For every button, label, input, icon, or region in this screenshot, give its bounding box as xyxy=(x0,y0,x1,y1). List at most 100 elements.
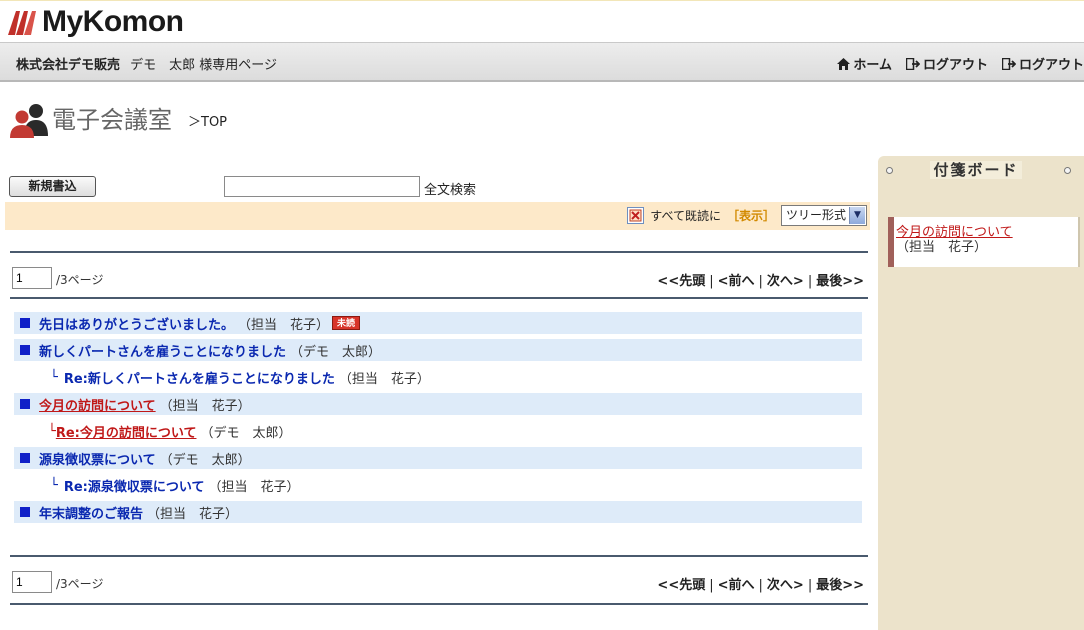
page-number-input[interactable] xyxy=(12,571,52,593)
divider xyxy=(10,297,868,299)
logout-icon xyxy=(1001,57,1016,70)
full-text-search-button[interactable]: 全文検索 xyxy=(424,179,476,198)
divider xyxy=(10,555,868,557)
home-icon xyxy=(837,57,851,70)
mykomon-logo-icon xyxy=(8,11,36,35)
bullet-square-icon xyxy=(20,453,30,463)
user-bar: 株式会社デモ販売 デモ 太郎 様専用ページ ホーム ログアウト ログアウト xyxy=(0,42,1084,82)
mark-all-read-label[interactable]: すべて既読に xyxy=(650,207,721,224)
brand-logo[interactable]: MyKomon xyxy=(6,5,184,39)
reply-link[interactable]: Re:源泉徴収票について xyxy=(64,476,205,495)
page-total: /3ページ xyxy=(56,273,104,287)
user-name: デモ 太郎 様専用ページ xyxy=(130,58,278,73)
logout-label: ログアウト xyxy=(922,58,988,73)
separator: | xyxy=(758,578,763,593)
search-input[interactable] xyxy=(224,176,420,197)
reply-branch-icon: └ xyxy=(48,423,56,439)
separator: | xyxy=(807,274,813,289)
view-mode-select[interactable]: ツリー形式 ▼ xyxy=(781,205,867,226)
unread-badge: 未読 xyxy=(332,316,361,330)
mark-read-glyph-icon xyxy=(629,209,642,222)
reply-row: └ Re:源泉徴収票について （担当 花子） xyxy=(14,474,862,496)
home-link[interactable]: ホーム xyxy=(837,54,892,73)
view-mode-value: ツリー形式 xyxy=(786,208,847,222)
reply-branch-icon: └ xyxy=(50,477,58,493)
last-page-link[interactable]: 最後>> xyxy=(816,274,864,289)
next-page-link[interactable]: 次へ> xyxy=(767,274,804,289)
logout-label-2: ログアウト xyxy=(1018,58,1084,73)
thread-author: （担当 花子） xyxy=(147,506,239,522)
first-page-link[interactable]: <<先頭 xyxy=(657,274,705,289)
last-page-link[interactable]: 最後>> xyxy=(816,578,864,593)
mark-all-read-icon[interactable] xyxy=(627,207,645,224)
board-title: 付箋ボード xyxy=(878,159,1074,180)
logo-bar: MyKomon xyxy=(0,0,1084,42)
board-title-text: 付箋ボード xyxy=(930,161,1022,179)
separator: | xyxy=(709,578,714,593)
thread-link[interactable]: 今月の訪問について xyxy=(39,395,156,414)
page-number-input[interactable] xyxy=(12,267,52,289)
thread-author: （デモ 太郎） xyxy=(159,452,251,468)
prev-page-link[interactable]: <前へ xyxy=(718,578,755,593)
thread-row: 先日はありがとうございました。 （担当 花子） 未読 xyxy=(14,312,862,334)
page-nav: <<先頭 | <前へ | 次へ> | 最後>> xyxy=(657,270,864,289)
bullet-square-icon xyxy=(20,507,30,517)
next-page-link[interactable]: 次へ> xyxy=(767,578,804,593)
sticky-note-board: 付箋ボード 今月の訪問について （担当 花子） xyxy=(878,156,1084,630)
thread-row: 源泉徴収票について （デモ 太郎） xyxy=(14,447,862,469)
thread-author: （担当 花子） xyxy=(238,317,330,333)
sticky-note-author: （担当 花子） xyxy=(896,240,988,255)
bullet-square-icon xyxy=(20,399,30,409)
page-title-text: 電子会議室 xyxy=(52,106,172,134)
users-icon xyxy=(10,104,48,138)
logout-icon xyxy=(905,57,920,70)
pager-bottom: /3ページ <<先頭|<前へ|次へ>|最後>> xyxy=(12,571,864,593)
thread-link[interactable]: 新しくパートさんを雇うことになりました xyxy=(39,341,286,360)
logout-link[interactable]: ログアウト xyxy=(905,54,988,73)
company-name: 株式会社デモ販売 xyxy=(16,58,121,73)
sticky-note-link[interactable]: 今月の訪問について xyxy=(896,225,1078,240)
thread-row: 今月の訪問について （担当 花子） xyxy=(14,393,862,415)
reply-row: └ Re:今月の訪問について （デモ 太郎） xyxy=(14,420,862,442)
reply-link[interactable]: Re:今月の訪問について xyxy=(56,422,197,441)
thread-link[interactable]: 源泉徴収票について xyxy=(39,449,156,468)
thread-row: 年末調整のご報告 （担当 花子） xyxy=(14,501,862,523)
reply-branch-icon: └ xyxy=(50,369,58,385)
brand-name: MyKomon xyxy=(42,5,184,38)
home-label: ホーム xyxy=(853,58,892,73)
reply-link[interactable]: Re:新しくパートさんを雇うことになりました xyxy=(64,368,335,387)
sticky-note: 今月の訪問について （担当 花子） xyxy=(888,217,1080,267)
reply-author: （担当 花子） xyxy=(208,479,300,495)
separator: | xyxy=(807,578,813,593)
page-total: /3ページ xyxy=(56,577,104,591)
logout-link-2[interactable]: ログアウト xyxy=(1001,54,1084,73)
prev-page-link[interactable]: <前へ xyxy=(718,274,755,289)
thread-link[interactable]: 先日はありがとうございました。 xyxy=(39,314,234,333)
chevron-down-icon: ▼ xyxy=(849,207,865,224)
divider xyxy=(10,603,868,605)
reply-row: └ Re:新しくパートさんを雇うことになりました （担当 花子） xyxy=(14,366,862,388)
nav-links: ホーム ログアウト ログアウト xyxy=(837,54,1084,73)
thread-author: （デモ 太郎） xyxy=(290,344,382,360)
divider xyxy=(10,251,868,253)
separator: | xyxy=(758,274,763,289)
thread-author: （担当 花子） xyxy=(159,398,251,414)
thread-row: 新しくパートさんを雇うことになりました （デモ 太郎） xyxy=(14,339,862,361)
display-button[interactable]: ［表示］ xyxy=(727,207,775,224)
bullet-square-icon xyxy=(20,318,30,328)
first-page-link[interactable]: <<先頭 xyxy=(657,578,705,593)
new-post-button[interactable]: 新規書込 xyxy=(9,176,96,197)
thread-list: 先日はありがとうございました。 （担当 花子） 未読 新しくパートさんを雇うこと… xyxy=(14,312,862,528)
pager-top: /3ページ <<先頭|<前へ|次へ>|最後>> xyxy=(12,267,864,289)
user-info: 株式会社デモ販売 デモ 太郎 様専用ページ xyxy=(16,54,277,73)
separator: | xyxy=(709,274,714,289)
reply-author: （担当 花子） xyxy=(338,371,430,387)
page-title: 電子会議室 ＞TOP xyxy=(10,102,227,138)
reply-author: （デモ 太郎） xyxy=(200,425,292,441)
bullet-square-icon xyxy=(20,345,30,355)
thread-link[interactable]: 年末調整のご報告 xyxy=(39,503,143,522)
page-nav: <<先頭 | <前へ | 次へ> | 最後>> xyxy=(657,574,864,593)
breadcrumb[interactable]: ＞TOP xyxy=(188,108,227,138)
filter-controls: すべて既読に ［表示］ ツリー形式 ▼ xyxy=(627,205,867,226)
filter-bar: すべて既読に ［表示］ ツリー形式 ▼ xyxy=(5,202,870,230)
